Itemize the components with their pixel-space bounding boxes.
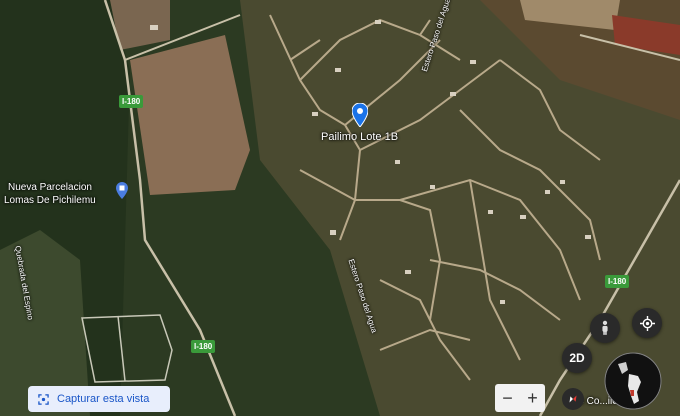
location-pin-icon[interactable] [116,182,128,199]
my-location-icon [639,315,655,331]
road-tag-i180-b: I-180 [191,340,216,353]
capture-view-button[interactable]: Capturar esta vista [28,386,170,412]
my-location-button[interactable] [632,308,662,338]
parcel-label-line2[interactable]: Lomas De Pichilemu [4,195,96,206]
capture-view-label: Capturar esta vista [57,393,150,405]
road-tag-i180-a: I-180 [119,95,144,108]
road-tag-i180-c: I-180 [605,275,630,288]
parcel-label-line1[interactable]: Nueva Parcelacion [8,182,92,193]
street-view-person-icon [602,320,608,335]
zoom-control: − + [495,384,545,412]
street-view-button[interactable] [590,313,620,343]
zoom-in-button[interactable]: + [527,388,538,409]
2d-toggle-button[interactable]: 2D [562,343,592,373]
zoom-out-button[interactable]: − [502,388,513,409]
pin-place-label[interactable]: Pailimo Lote 1B [321,131,398,143]
compass-button[interactable] [562,388,584,410]
map-pin-icon[interactable] [351,102,369,128]
compass-icon [569,395,577,403]
camera-capture-icon [38,393,49,405]
globe-icon[interactable] [604,352,662,410]
